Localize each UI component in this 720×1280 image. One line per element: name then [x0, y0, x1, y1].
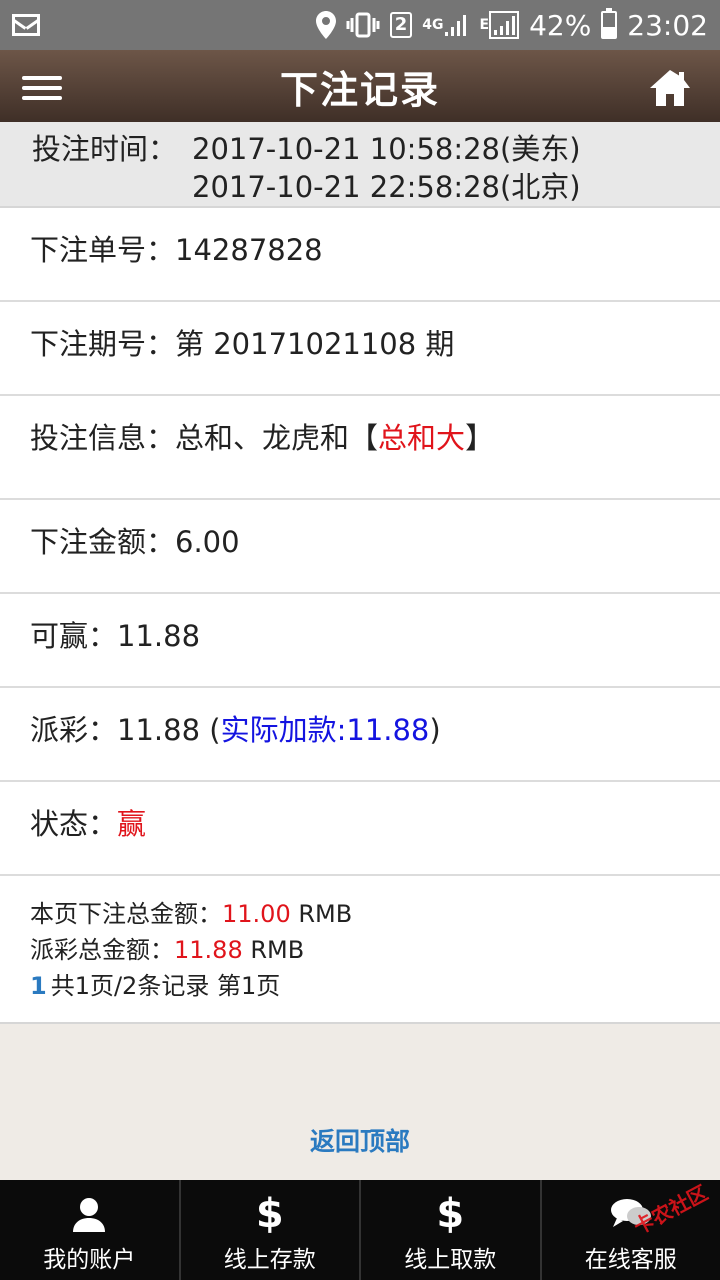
battery-icon [601, 8, 618, 39]
period-label: 下注期号： [30, 327, 176, 361]
bet-time-label: 投注时间： [32, 132, 178, 166]
page-link[interactable]: 1 [30, 972, 47, 1000]
location-icon [315, 11, 336, 39]
bet-info-bracket-open: 【 [349, 421, 379, 455]
bet-amount-label: 下注金额： [30, 525, 176, 559]
sim-slot-badge: 2 [389, 12, 413, 38]
page-title: 下注记录 [279, 67, 440, 112]
payout-total-unit: RMB [242, 936, 305, 964]
payout-total-label: 派彩总金额： [30, 936, 174, 964]
bet-info-value: 总和、龙虎和 [175, 421, 350, 455]
summary-section: 本页下注总金额：11.00 RMB 派彩总金额：11.88 RMB 1 共1页/2… [0, 876, 720, 1024]
payout-total-line: 派彩总金额：11.88 RMB [30, 932, 720, 968]
period-value: 第 20171021108 期 [175, 327, 455, 361]
period-row: 下注期号：第 20171021108 期 [0, 302, 720, 396]
network-type: 4G [422, 17, 444, 33]
bet-info-row: 投注信息：总和、龙虎和【总和大】 [0, 396, 720, 500]
nav-label: 我的账户 [43, 1247, 136, 1273]
menu-icon[interactable] [22, 76, 62, 100]
page-total-line: 本页下注总金额：11.00 RMB [30, 896, 720, 932]
bet-info-bracket-close: 】 [465, 421, 495, 455]
bet-time-section: 投注时间： 2017-10-21 10:58:28(美东) 2017-10-21… [0, 122, 720, 208]
user-icon [69, 1192, 109, 1236]
network-type-secondary: E [479, 17, 490, 33]
nav-label: 线上取款 [404, 1247, 497, 1273]
potential-win-row: 可赢：11.88 [0, 594, 720, 688]
page-info: 共1页/2条记录 第1页 [50, 972, 281, 1000]
status-bar: 2 4G E 42% 23:02 [0, 0, 720, 50]
nav-label: 在线客服 [584, 1247, 677, 1273]
nav-online-deposit[interactable]: $ 线上存款 [181, 1180, 361, 1280]
page-total-value: 11.00 [222, 900, 291, 928]
nav-label: 线上存款 [223, 1247, 316, 1273]
signal-icon-secondary: E [479, 11, 520, 39]
signal-icon: 4G [422, 12, 469, 38]
app-header: 下注记录 [0, 50, 720, 122]
payout-value: 11.88 [117, 713, 201, 747]
home-icon[interactable] [648, 68, 692, 108]
back-to-top-link[interactable]: 返回顶部 [0, 1122, 720, 1158]
nav-my-account[interactable]: 我的账户 [0, 1180, 181, 1280]
bet-info-label: 投注信息： [30, 421, 176, 455]
page-total-label: 本页下注总金额： [30, 900, 222, 928]
bet-amount-value: 6.00 [175, 525, 240, 559]
status-value: 赢 [117, 807, 147, 841]
bottom-nav: 我的账户 $ 线上存款 $ 线上取款 在线客服 [0, 1180, 720, 1280]
pagination: 1 共1页/2条记录 第1页 [30, 968, 720, 1004]
order-number-row: 下注单号：14287828 [0, 208, 720, 302]
payout-label: 派彩： [30, 713, 118, 747]
dollar-icon: $ [436, 1191, 465, 1237]
nav-online-withdraw[interactable]: $ 线上取款 [361, 1180, 542, 1280]
battery-percent: 42% [529, 8, 592, 42]
bet-time-us-east: 2017-10-21 10:58:28(美东) [192, 132, 581, 166]
payout-total-value: 11.88 [174, 936, 243, 964]
dollar-icon: $ [255, 1191, 284, 1237]
order-number-label: 下注单号： [30, 233, 176, 267]
page-total-unit: RMB [290, 900, 353, 928]
vibrate-icon [346, 12, 380, 38]
payout-paren-open: ( [200, 713, 221, 747]
bet-amount-row: 下注金额：6.00 [0, 500, 720, 594]
payout-actual: 实际加款:11.88 [220, 713, 430, 747]
bet-time-beijing: 2017-10-21 22:58:28(北京) [192, 170, 581, 204]
potential-win-value: 11.88 [117, 619, 201, 653]
mail-icon [12, 14, 40, 36]
potential-win-label: 可赢： [30, 619, 118, 653]
payout-row: 派彩：11.88 (实际加款:11.88) [0, 688, 720, 782]
payout-paren-close: ) [429, 713, 441, 747]
status-label: 状态： [30, 807, 118, 841]
bet-record-list: 下注单号：14287828 下注期号：第 20171021108 期 投注信息：… [0, 208, 720, 876]
bet-info-highlight: 总和大 [378, 421, 466, 455]
clock: 23:02 [627, 8, 708, 42]
order-number-value: 14287828 [175, 233, 323, 267]
status-row: 状态：赢 [0, 782, 720, 876]
